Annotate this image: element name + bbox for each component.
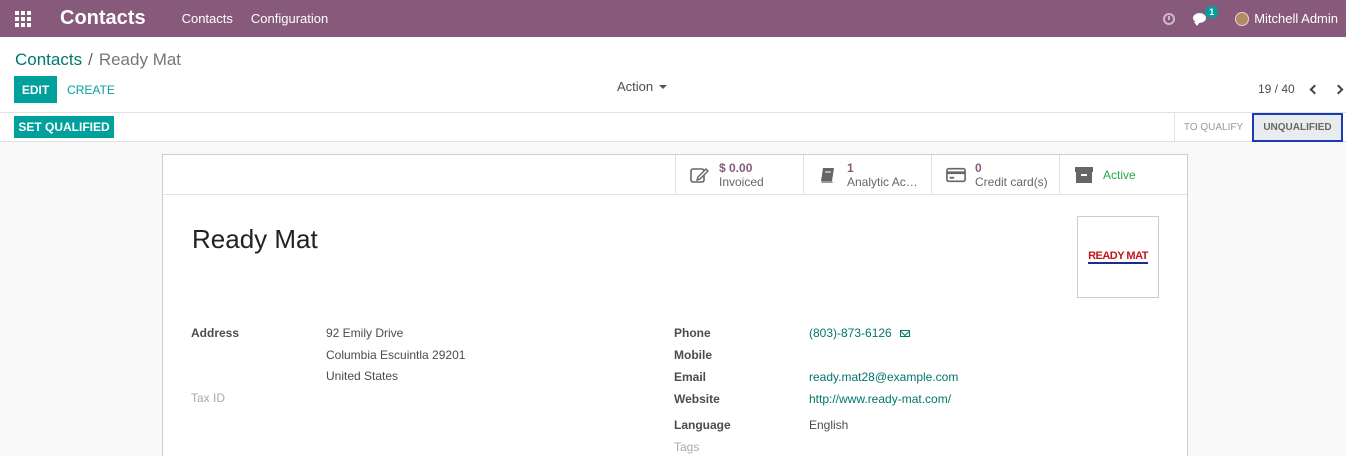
chevron-right-icon bbox=[1333, 84, 1343, 94]
envelope-icon[interactable] bbox=[900, 330, 910, 337]
app-title[interactable]: Contacts bbox=[60, 7, 146, 30]
edit-button[interactable]: EDIT bbox=[14, 76, 57, 103]
address-street: 92 Emily Drive bbox=[326, 326, 404, 340]
breadcrumb-separator: / bbox=[88, 50, 93, 69]
language-label: Language bbox=[674, 418, 731, 432]
top-navbar: Contacts Contacts Configuration 1 Mitche… bbox=[0, 0, 1346, 37]
pencil-square-icon bbox=[690, 166, 710, 184]
set-qualified-button[interactable]: SET QUALIFIED bbox=[14, 116, 114, 138]
systray: 1 Mitchell Admin bbox=[1163, 5, 1346, 27]
form-sheet: $ 0.00 Invoiced 1 Analytic Acc… 0 Credit… bbox=[162, 154, 1188, 456]
tax-id-label: Tax ID bbox=[191, 391, 226, 405]
pager-next-button[interactable] bbox=[1332, 82, 1344, 96]
user-menu[interactable]: Mitchell Admin bbox=[1235, 11, 1338, 26]
email-link[interactable]: ready.mat28@example.com bbox=[809, 370, 958, 384]
main-menu: Contacts Configuration bbox=[182, 11, 329, 26]
invoiced-smart-button[interactable]: $ 0.00 Invoiced bbox=[675, 155, 803, 195]
credit-card-icon bbox=[946, 166, 966, 184]
address-country: United States bbox=[326, 369, 399, 383]
phone-label: Phone bbox=[674, 326, 711, 340]
menu-item-contacts[interactable]: Contacts bbox=[182, 11, 233, 26]
analytic-count: 1 bbox=[847, 161, 854, 175]
website-link[interactable]: http://www.ready-mat.com/ bbox=[809, 392, 951, 406]
pager-value[interactable]: 19 / 40 bbox=[1258, 82, 1295, 96]
smart-button-box: $ 0.00 Invoiced 1 Analytic Acc… 0 Credit… bbox=[163, 155, 1187, 195]
control-panel: Contacts / Ready Mat EDIT CREATE Action … bbox=[0, 37, 1346, 113]
book-icon bbox=[818, 166, 838, 184]
archive-icon bbox=[1074, 166, 1094, 184]
address-city: Columbia Escuintla 29201 bbox=[326, 348, 466, 362]
messaging-menu[interactable]: 1 bbox=[1193, 5, 1219, 27]
chevron-left-icon bbox=[1309, 84, 1319, 94]
breadcrumb-current: Ready Mat bbox=[98, 50, 182, 69]
apps-menu-icon[interactable] bbox=[0, 0, 46, 37]
analytic-accounts-smart-button[interactable]: 1 Analytic Acc… bbox=[803, 155, 931, 195]
caret-down-icon bbox=[659, 84, 668, 89]
invoiced-amount: $ 0.00 bbox=[719, 161, 753, 175]
analytic-label: Analytic Acc… bbox=[847, 175, 923, 189]
action-label: Action bbox=[617, 79, 654, 94]
mobile-label: Mobile bbox=[674, 348, 712, 362]
activity-clock-icon[interactable] bbox=[1163, 12, 1176, 25]
address-label: Address bbox=[191, 326, 240, 340]
partner-logo-image[interactable]: READY MAT bbox=[1077, 216, 1159, 298]
create-button[interactable]: CREATE bbox=[62, 76, 120, 103]
active-toggle-button[interactable]: Active bbox=[1059, 155, 1187, 195]
email-label: Email bbox=[674, 370, 707, 384]
credit-card-label: Credit card(s) bbox=[975, 175, 1048, 189]
message-count-badge: 1 bbox=[1205, 5, 1219, 18]
logo-text: READY MAT bbox=[1088, 250, 1148, 264]
breadcrumb-contacts-link[interactable]: Contacts bbox=[15, 50, 82, 70]
pager-previous-button[interactable] bbox=[1308, 82, 1320, 96]
avatar bbox=[1235, 11, 1250, 26]
invoiced-label: Invoiced bbox=[719, 175, 764, 189]
stage-unqualified[interactable]: UNQUALIFIED bbox=[1252, 113, 1343, 142]
stage-to-qualify[interactable]: TO QUALIFY bbox=[1174, 113, 1252, 142]
tags-label: Tags bbox=[674, 440, 700, 454]
menu-item-configuration[interactable]: Configuration bbox=[251, 11, 328, 26]
website-label: Website bbox=[674, 392, 720, 406]
partner-name[interactable]: Ready Mat bbox=[192, 224, 318, 255]
active-label: Active bbox=[1103, 168, 1136, 182]
chat-bubble-icon bbox=[1193, 12, 1207, 26]
credit-card-count: 0 bbox=[975, 161, 982, 175]
credit-cards-smart-button[interactable]: 0 Credit card(s) bbox=[931, 155, 1059, 195]
status-bar: SET QUALIFIED TO QUALIFY UNQUALIFIED bbox=[0, 113, 1346, 142]
action-dropdown[interactable]: Action bbox=[617, 79, 668, 94]
user-name: Mitchell Admin bbox=[1254, 11, 1338, 26]
phone-link[interactable]: (803)-873-6126 bbox=[809, 326, 892, 340]
language-value: English bbox=[809, 418, 849, 432]
breadcrumb: Contacts / Ready Mat bbox=[15, 50, 181, 70]
